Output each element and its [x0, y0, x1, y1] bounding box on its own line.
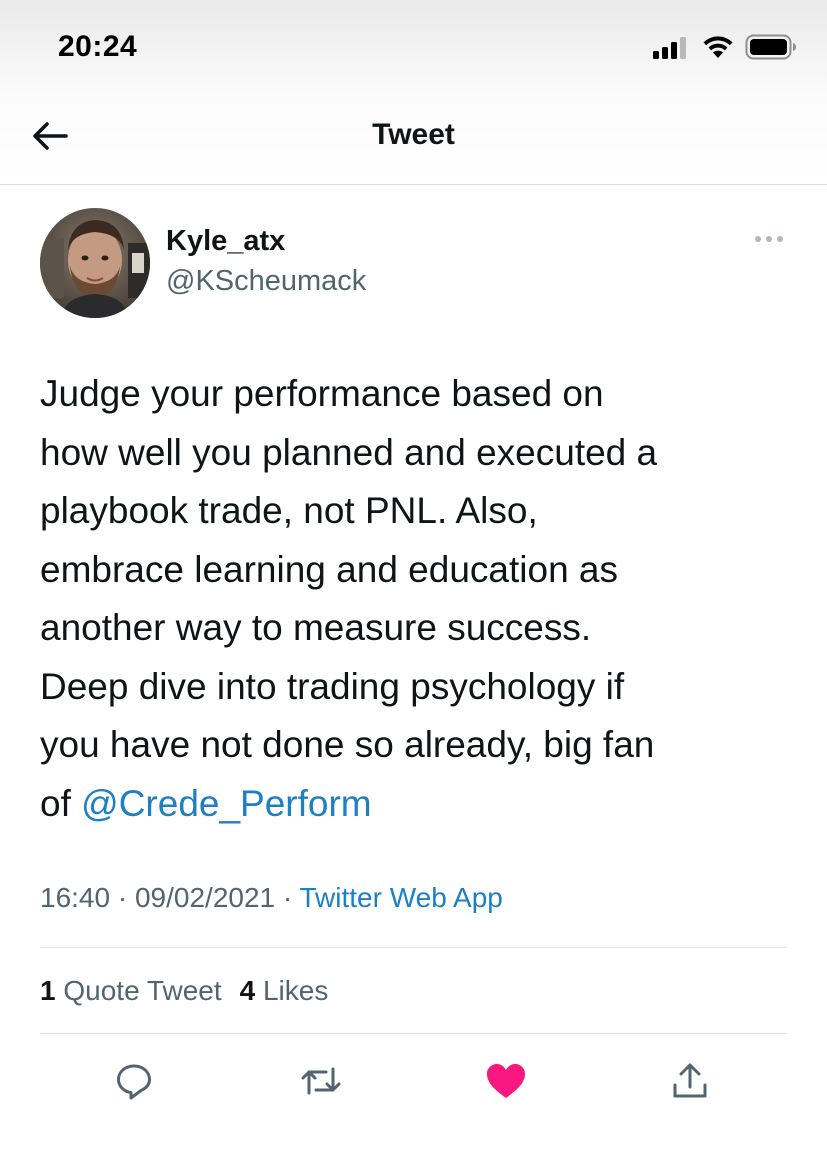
quote-count: 1 — [40, 975, 56, 1006]
retweet-icon — [299, 1061, 343, 1106]
like-heart-fill — [487, 1063, 525, 1098]
nav-bar: Tweet — [0, 96, 827, 185]
wifi-icon — [701, 34, 735, 65]
status-time: 20:24 — [58, 30, 138, 63]
tweet-date: 09/02/2021 — [134, 882, 276, 913]
quote-tweets-stat[interactable]: 1 Quote Tweet — [40, 975, 222, 1006]
more-icon — [754, 230, 784, 248]
tweet-meta: 16:40 · 09/02/2021 · Twitter Web App — [40, 882, 503, 914]
tweet-text-line: playbook trade, not PNL. Also, — [40, 490, 538, 531]
tweet-text-line: Judge your performance based on — [40, 373, 604, 414]
tweet-text-line: another way to measure success. — [40, 607, 592, 648]
divider — [40, 947, 787, 948]
more-options-button[interactable] — [751, 229, 787, 249]
reply-button[interactable] — [112, 1061, 156, 1105]
quote-label: Quote Tweet — [63, 975, 222, 1006]
like-count: 4 — [239, 975, 256, 1006]
reply-icon — [114, 1061, 154, 1106]
tweet-stats: 1 Quote Tweet 4 Likes — [40, 975, 328, 1007]
status-icons — [653, 34, 797, 64]
battery-icon — [745, 34, 797, 65]
tweet-text-line: how well you planned and executed a — [40, 431, 658, 473]
status-bar: 20:24 — [0, 0, 827, 96]
author-name[interactable]: Kyle_atx — [166, 225, 285, 258]
cellular-signal-icon — [653, 35, 691, 64]
likes-stat[interactable]: 4 Likes — [240, 975, 329, 1006]
tweet-source-link[interactable]: Twitter Web App — [300, 882, 503, 913]
mention-link[interactable]: @Crede_Perform — [81, 783, 372, 824]
page-title: Tweet — [372, 118, 455, 151]
share-icon — [670, 1061, 710, 1106]
share-button[interactable] — [668, 1061, 712, 1105]
retweet-button[interactable] — [299, 1061, 343, 1105]
tweet-text-line: you have not done so already, big fan — [40, 724, 655, 765]
divider — [40, 1033, 787, 1034]
tweet-text-line: Deep dive into trading psychology if — [40, 665, 625, 707]
tweet-time: 16:40 — [40, 882, 111, 913]
tweet-text-prefix: of — [40, 782, 82, 824]
meta-separator: · — [282, 882, 293, 913]
like-label: Likes — [262, 975, 329, 1006]
author-handle[interactable]: @KScheumack — [166, 265, 366, 298]
like-button[interactable] — [484, 1061, 528, 1105]
tweet-text: Judge your performance based on how well… — [40, 365, 800, 833]
tweet-actions — [0, 1061, 827, 1111]
avatar[interactable] — [40, 208, 150, 318]
like-icon — [485, 1061, 527, 1106]
tweet-text-line: embrace learning and education as — [40, 548, 618, 590]
tweet-text-line-last: of @Crede_Perform — [40, 775, 800, 834]
meta-separator: · — [117, 882, 128, 913]
